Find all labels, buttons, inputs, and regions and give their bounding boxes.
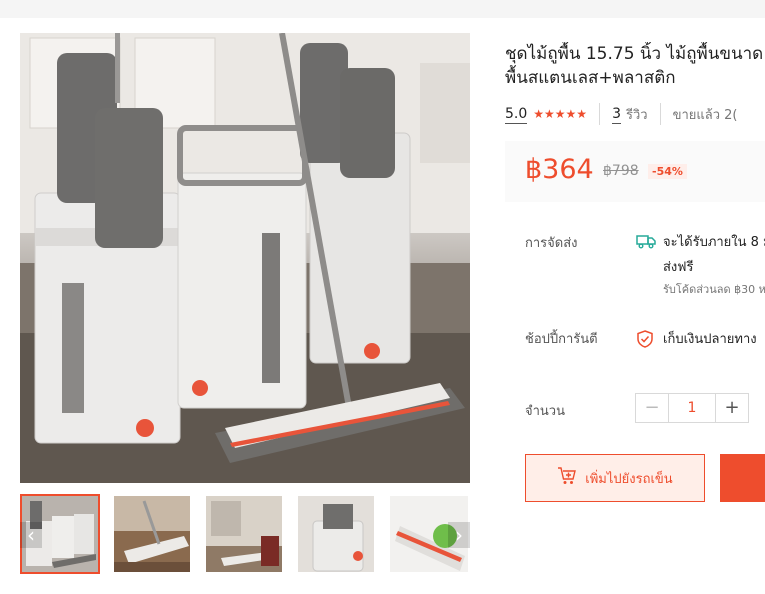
guarantee-label: ช้อปปี้การันตี	[525, 332, 598, 347]
add-to-cart-button[interactable]: เพิ่มไปยังรถเข็น	[525, 454, 705, 502]
shipping-voucher: รับโค้ดส่วนลด ฿30 ห	[663, 283, 765, 296]
reviews-label: รีวิว	[625, 107, 648, 123]
thumbnail-strip: ‹ ›	[20, 494, 470, 578]
shipping-label: การจัดส่ง	[525, 236, 578, 251]
add-to-cart-label: เพิ่มไปยังรถเข็น	[585, 471, 673, 487]
thumbnail-4[interactable]	[296, 494, 376, 574]
quantity-stepper: − 1 +	[635, 393, 749, 423]
divider	[599, 103, 601, 125]
sold-count: ขายแล้ว 2(	[672, 107, 738, 123]
product-page: ‹ › ชุดไม้ถูพื้น 15.75 นิ้ว ไม้ถูพื้นขนา…	[0, 18, 765, 594]
product-title-line1: ชุดไม้ถูพื้น 15.75 นิ้ว ไม้ถูพื้นขนาด	[505, 44, 764, 64]
price-section: ฿364 ฿798 -54%	[505, 141, 765, 202]
rating-row: 5.0 ★★★★★ 3 รีวิว ขายแล้ว 2(	[505, 103, 765, 125]
rating-stars-icon: ★★★★★	[533, 107, 588, 121]
truck-icon	[636, 233, 656, 253]
thumbnail-prev-button[interactable]: ‹	[20, 522, 42, 548]
divider	[659, 103, 661, 125]
current-price: ฿364	[525, 154, 594, 185]
quantity-label: จำนวน	[525, 404, 565, 419]
original-price: ฿798	[603, 163, 639, 179]
shipping-eta: จะได้รับภายใน 8 ม	[663, 235, 765, 250]
rating-score[interactable]: 5.0	[505, 105, 528, 124]
quantity-increase-button[interactable]: +	[715, 394, 748, 422]
quantity-input[interactable]: 1	[669, 394, 715, 422]
shield-check-icon	[637, 330, 653, 352]
thumbnail-3[interactable]	[204, 494, 284, 574]
reviews-count[interactable]: 3	[612, 105, 621, 124]
buy-now-button[interactable]	[720, 454, 765, 502]
product-main-image[interactable]	[20, 33, 470, 483]
product-title-line2: พื้นสแตนเลส+พลาสติก	[505, 68, 676, 88]
thumbnail-2[interactable]	[112, 494, 192, 574]
discount-badge: -54%	[648, 164, 687, 179]
cart-plus-icon	[557, 467, 577, 489]
quantity-decrease-button[interactable]: −	[636, 394, 669, 422]
cod-guarantee: เก็บเงินปลายทาง	[663, 332, 757, 347]
shipping-free: ส่งฟรี	[663, 260, 694, 275]
thumbnail-next-button[interactable]: ›	[448, 522, 470, 548]
product-title: ชุดไม้ถูพื้น 15.75 นิ้ว ไม้ถูพื้นขนาด พื…	[505, 42, 765, 90]
